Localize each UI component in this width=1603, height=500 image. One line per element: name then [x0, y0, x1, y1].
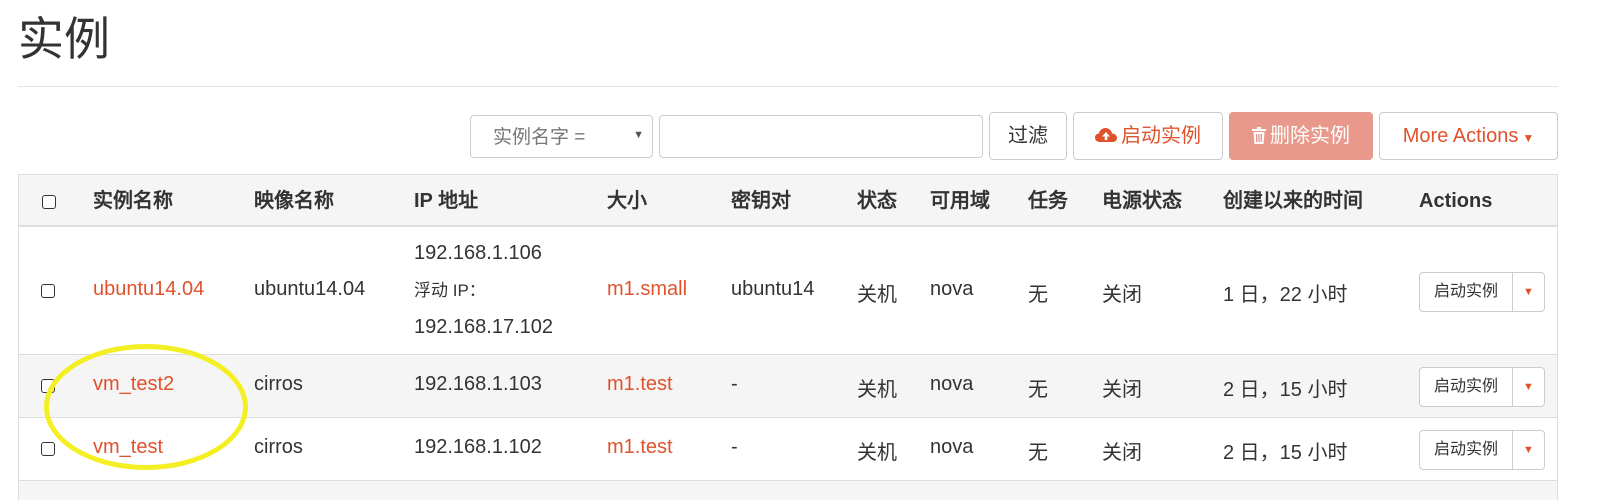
image-name: cirros: [254, 436, 303, 458]
instance-name-link[interactable]: vm_test: [93, 436, 163, 459]
power-state: 关闭: [1102, 442, 1142, 464]
table-header: 实例名称 映像名称 IP 地址 大小 密钥对 状态 可用域 任务 电源状态 创建…: [18, 174, 1558, 227]
caret-down-icon[interactable]: ▼: [1512, 367, 1545, 407]
task: 无: [1028, 379, 1048, 401]
ip-address-cell: 192.168.1.106 浮动 IP： 192.168.17.102: [414, 235, 553, 346]
col-header-power[interactable]: 电源状态: [1102, 175, 1182, 228]
launch-instance-label: 启动实例: [1121, 125, 1201, 147]
status: 关机: [857, 442, 897, 464]
caret-down-icon: ▼: [1522, 131, 1535, 145]
availability-zone: nova: [930, 436, 974, 458]
caret-down-icon[interactable]: ▼: [1512, 430, 1545, 470]
cloud-upload-icon: [1095, 113, 1117, 159]
col-header-task[interactable]: 任务: [1028, 175, 1068, 228]
flavor-link[interactable]: m1.test: [607, 373, 673, 396]
launch-instance-button[interactable]: 启动实例: [1073, 112, 1223, 160]
image-name: cirros: [254, 373, 303, 395]
age: 2 日，15 小时: [1223, 442, 1348, 464]
table-row: ubuntu14.04 ubuntu14.04 192.168.1.106 浮动…: [18, 227, 1558, 355]
start-instance-button[interactable]: 启动实例: [1419, 272, 1513, 312]
image-name: ubuntu14.04: [254, 278, 366, 300]
trash-icon: [1252, 113, 1266, 159]
floating-ip: 192.168.17.102: [414, 316, 554, 338]
col-header-actions: Actions: [1419, 190, 1493, 212]
task: 无: [1028, 442, 1048, 464]
age: 1 日，22 小时: [1223, 284, 1348, 306]
select-caret-icon: ▼: [633, 129, 644, 141]
age: 2 日，15 小时: [1223, 379, 1348, 401]
availability-zone: nova: [930, 373, 974, 395]
col-header-size[interactable]: 大小: [607, 175, 647, 228]
power-state: 关闭: [1102, 284, 1142, 306]
filter-field-label: 实例名字 =: [493, 127, 586, 148]
keypair: -: [731, 373, 738, 395]
page-title: 实例: [18, 13, 110, 65]
col-header-image[interactable]: 映像名称: [254, 175, 334, 228]
status: 关机: [857, 379, 897, 401]
col-header-az[interactable]: 可用域: [930, 175, 990, 228]
col-header-name[interactable]: 实例名称: [93, 175, 173, 228]
row-checkbox[interactable]: [41, 284, 55, 298]
floating-ip-label: 浮动 IP：: [414, 281, 486, 300]
table-row: vm_test cirros 192.168.1.102 m1.test - 关…: [18, 418, 1558, 481]
flavor-link[interactable]: m1.test: [607, 436, 673, 459]
filter-input[interactable]: [659, 115, 983, 158]
col-header-keypair[interactable]: 密钥对: [731, 175, 791, 228]
delete-instances-button[interactable]: 删除实例: [1229, 112, 1373, 160]
filter-button-label: 过滤: [1008, 125, 1048, 147]
keypair: ubuntu14: [731, 278, 815, 300]
col-header-ip[interactable]: IP 地址: [414, 175, 478, 228]
power-state: 关闭: [1102, 379, 1142, 401]
keypair: -: [731, 436, 738, 458]
availability-zone: nova: [930, 278, 974, 300]
more-actions-label: More Actions: [1402, 125, 1519, 147]
fixed-ip: 192.168.1.103: [414, 373, 542, 395]
status: 关机: [857, 284, 897, 306]
table-row: vm_test2 cirros 192.168.1.103 m1.test - …: [18, 355, 1558, 418]
col-header-age[interactable]: 创建以来的时间: [1223, 175, 1363, 228]
instance-name-link[interactable]: vm_test2: [93, 373, 174, 396]
filter-button[interactable]: 过滤: [989, 112, 1067, 160]
instances-table: 实例名称 映像名称 IP 地址 大小 密钥对 状态 可用域 任务 电源状态 创建…: [18, 174, 1558, 500]
more-actions-button[interactable]: More Actions ▼: [1379, 112, 1558, 160]
start-instance-button[interactable]: 启动实例: [1419, 430, 1513, 470]
caret-down-icon[interactable]: ▼: [1512, 272, 1545, 312]
fixed-ip: 192.168.1.106: [414, 242, 542, 264]
title-divider: [18, 86, 1558, 87]
flavor-link[interactable]: m1.small: [607, 278, 687, 301]
start-instance-button[interactable]: 启动实例: [1419, 367, 1513, 407]
row-checkbox[interactable]: [41, 379, 55, 393]
fixed-ip: 192.168.1.102: [414, 436, 542, 458]
filter-field-select[interactable]: 实例名字 = ▼: [470, 115, 653, 158]
row-checkbox[interactable]: [41, 442, 55, 456]
instance-name-link[interactable]: ubuntu14.04: [93, 278, 204, 301]
table-row: [18, 481, 1558, 500]
col-header-status[interactable]: 状态: [857, 175, 897, 228]
select-all-checkbox[interactable]: [42, 195, 56, 209]
task: 无: [1028, 284, 1048, 306]
delete-instances-label: 删除实例: [1270, 125, 1350, 147]
